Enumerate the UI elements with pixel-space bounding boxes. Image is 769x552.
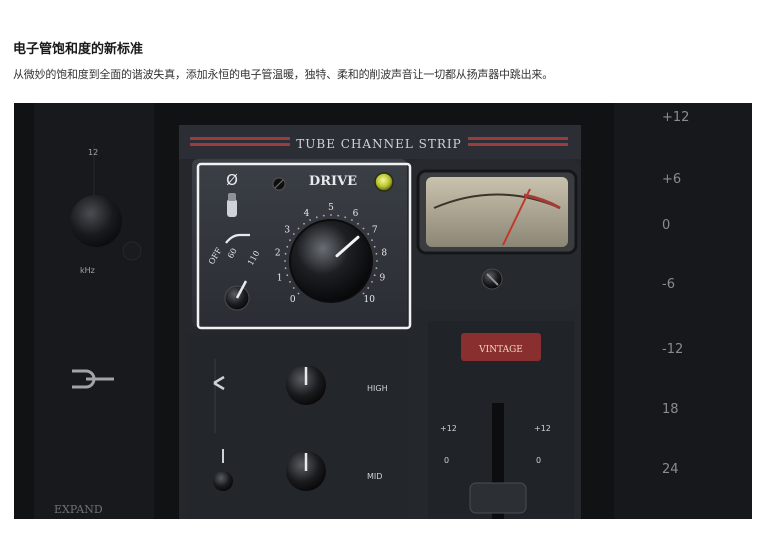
drive-scale-tick	[315, 216, 318, 219]
drive-scale-label: 4	[304, 209, 310, 219]
meter-scale-label: 24	[662, 462, 679, 477]
gain-mark-top-right: +12	[534, 424, 551, 433]
vu-meter	[412, 159, 580, 309]
gain-mark-top-left: +12	[440, 424, 457, 433]
drive-scale-tick	[375, 252, 378, 255]
fader-section: VINTAGE +12 +12 0 0	[428, 321, 574, 519]
article-title: 电子管饱和度的新标准	[13, 42, 144, 57]
drive-scale-label: 6	[353, 209, 359, 219]
left-scale-top: 12	[88, 148, 98, 157]
meter-scale-label: -12	[662, 342, 683, 357]
drive-scale-tick	[286, 274, 289, 277]
drive-scale-tick	[297, 292, 300, 295]
article-description: 从微妙的饱和度到全面的谐波失真，添加永恒的电子管温暖，独特、柔和的削波声音让一切…	[13, 68, 553, 81]
drive-scale-tick	[357, 222, 359, 225]
drive-scale-label: 2	[275, 249, 281, 259]
meter-scale-label: 0	[662, 218, 670, 233]
drive-scale-tick	[289, 281, 291, 283]
drive-scale-label: 3	[284, 225, 290, 235]
drive-scale-tick	[344, 216, 347, 219]
lamp-icon	[374, 172, 394, 192]
drive-scale-tick	[371, 281, 373, 283]
drive-scale-tick	[292, 233, 295, 235]
meter-scale-label: +12	[662, 110, 689, 125]
drive-scale-label: 5	[328, 203, 334, 213]
brand-badge-text: VINTAGE	[478, 345, 523, 355]
drive-scale-tick	[284, 267, 287, 270]
phase-toggle[interactable]	[227, 199, 237, 217]
drive-scale-label: 9	[380, 274, 386, 284]
drive-scale-label: 0	[290, 295, 296, 305]
drive-scale-tick	[284, 252, 287, 255]
drive-knob[interactable]	[289, 219, 373, 303]
drive-scale-tick	[376, 260, 378, 262]
meter-icon	[426, 177, 568, 247]
meter-scale-label: -6	[662, 277, 675, 292]
phase-icon: Ø	[226, 171, 238, 189]
gain-mark-mid-right: 0	[536, 456, 541, 465]
drive-scale-tick	[373, 274, 376, 277]
eq-section: HIGH MID	[186, 333, 408, 519]
drive-scale-tick	[375, 267, 378, 270]
left-freq-knob[interactable]	[70, 195, 122, 247]
gain-mark-mid-left: 0	[444, 456, 449, 465]
eq-small-knob[interactable]	[213, 471, 233, 491]
strip-header: TUBE CHANNEL STRIP	[296, 137, 461, 151]
drive-scale-tick	[337, 214, 340, 217]
drive-scale-label: 10	[363, 295, 375, 305]
drive-scale-tick	[367, 233, 370, 235]
drive-scale-tick	[373, 245, 376, 248]
output-fader[interactable]	[469, 482, 527, 514]
eq-band-mid: MID	[367, 472, 382, 481]
drive-scale-tick	[297, 227, 300, 230]
meter-scale-label: 18	[662, 402, 679, 417]
drive-scale-tick	[322, 214, 325, 217]
drive-scale-tick	[351, 219, 353, 221]
plugin-screenshot: 12 kHz TUBE CHANNEL STRIP Ø DRIVE OFF 60 1…	[14, 103, 752, 519]
drive-scale-tick	[289, 239, 291, 242]
drive-scale-tick	[284, 260, 286, 262]
drive-scale-label: 8	[381, 249, 387, 259]
freq-unit-label: kHz	[80, 266, 95, 275]
drive-scale-tick	[330, 214, 332, 216]
drive-scale-tick	[286, 245, 289, 248]
drive-scale-label: 7	[372, 225, 378, 235]
drive-scale-tick	[303, 222, 305, 225]
eq-band-high: HIGH	[367, 384, 388, 393]
drive-scale-tick	[367, 287, 370, 289]
bottom-label: EXPAND	[54, 503, 103, 516]
drive-scale-label: 1	[277, 274, 283, 284]
meter-scale-label: +6	[662, 172, 681, 187]
drive-scale-tick	[292, 287, 295, 289]
drive-scale-tick	[309, 219, 311, 221]
drive-scale-tick	[362, 227, 365, 230]
drive-section: Ø DRIVE OFF 60 110 012345678910	[192, 159, 412, 330]
drive-scale-tick	[371, 239, 373, 242]
drive-label: DRIVE	[309, 174, 357, 189]
drive-scale-tick	[362, 292, 365, 295]
